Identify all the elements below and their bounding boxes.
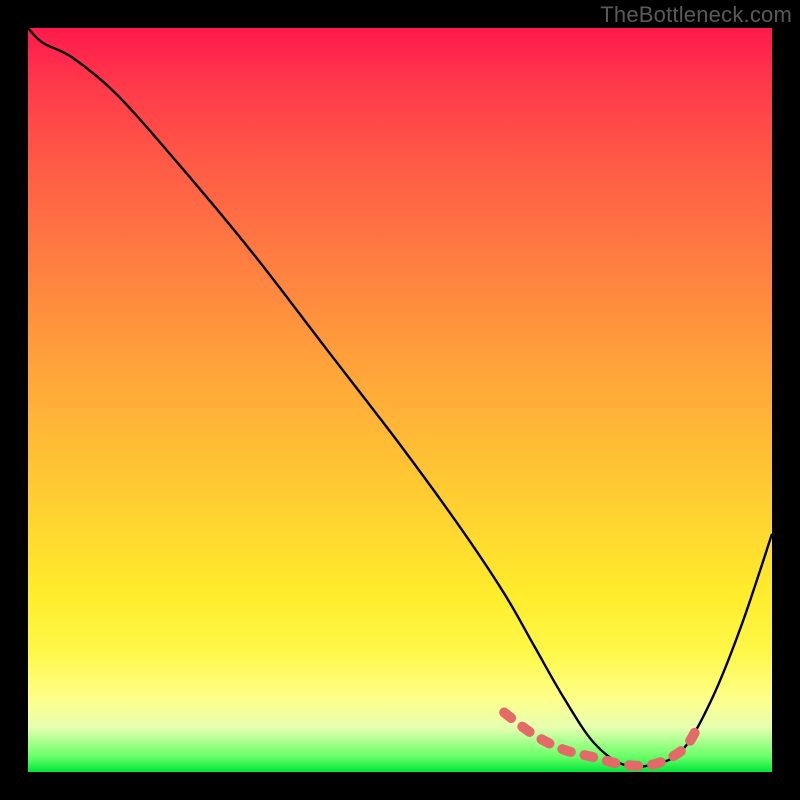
- optimal-zone-highlight: [504, 712, 697, 766]
- bottleneck-curve: [28, 28, 772, 767]
- curve-svg: [28, 28, 772, 772]
- plot-area: [28, 28, 772, 772]
- chart-container: TheBottleneck.com: [0, 0, 800, 800]
- watermark-text: TheBottleneck.com: [600, 2, 792, 28]
